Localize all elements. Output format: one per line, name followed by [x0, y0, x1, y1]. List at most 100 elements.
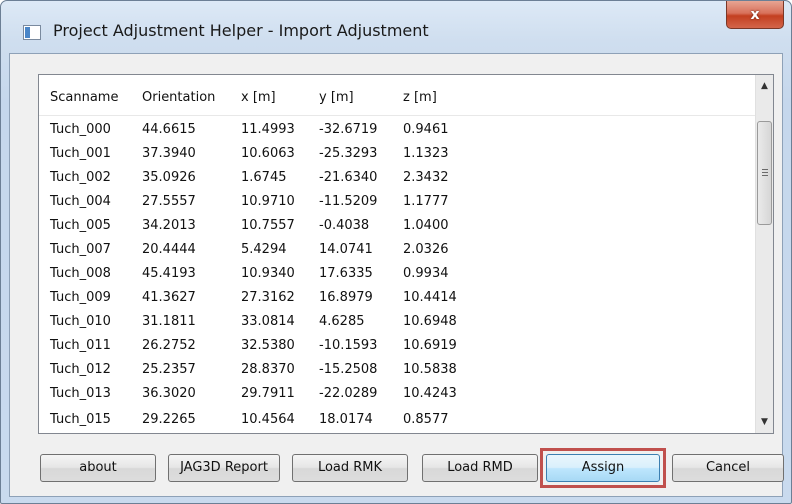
cell-y: -10.1593: [319, 338, 378, 353]
table-row[interactable]: Tuch_013 36.3020 29.7911 -22.0289 10.424…: [39, 381, 755, 407]
close-button[interactable]: x: [726, 1, 784, 29]
column-header-orientation[interactable]: Orientation: [142, 85, 215, 111]
window-title: Project Adjustment Helper - Import Adjus…: [53, 21, 429, 40]
cell-x: 28.8370: [241, 362, 295, 377]
cell-y: -32.6719: [319, 122, 378, 137]
cell-z: 2.3432: [403, 170, 449, 185]
table-header: Scanname Orientation x [m] y [m] z [m]: [39, 85, 755, 111]
grip-line: [762, 175, 768, 176]
table-row[interactable]: Tuch_000 44.6615 11.4993 -32.6719 0.9461: [39, 117, 755, 143]
table-row[interactable]: Tuch_005 34.2013 10.7557 -0.4038 1.0400: [39, 213, 755, 239]
dialog-window: Project Adjustment Helper - Import Adjus…: [0, 0, 792, 504]
about-button[interactable]: about: [40, 454, 156, 482]
load-rmk-button[interactable]: Load RMK: [292, 454, 408, 482]
header-divider: [39, 115, 755, 116]
cell-scanname: Tuch_001: [50, 146, 111, 161]
table-row[interactable]: Tuch_012 25.2357 28.8370 -15.2508 10.583…: [39, 357, 755, 383]
cell-orientation: 36.3020: [142, 386, 196, 401]
vertical-scrollbar[interactable]: ▲ ▼: [755, 75, 773, 433]
cell-scanname: Tuch_009: [50, 290, 111, 305]
cell-scanname: Tuch_005: [50, 218, 111, 233]
cell-x: 27.3162: [241, 290, 295, 305]
cell-scanname: Tuch_002: [50, 170, 111, 185]
cell-x: 5.4294: [241, 242, 287, 257]
table-row[interactable]: Tuch_010 31.1811 33.0814 4.6285 10.6948: [39, 309, 755, 335]
cell-orientation: 20.4444: [142, 242, 196, 257]
cell-orientation: 25.2357: [142, 362, 196, 377]
table-row[interactable]: Tuch_009 41.3627 27.3162 16.8979 10.4414: [39, 285, 755, 311]
load-rmd-button[interactable]: Load RMD: [422, 454, 538, 482]
cell-orientation: 27.5557: [142, 194, 196, 209]
cell-scanname: Tuch_013: [50, 386, 111, 401]
cell-scanname: Tuch_000: [50, 122, 111, 137]
cell-orientation: 44.6615: [142, 122, 196, 137]
cell-y: 17.6335: [319, 266, 373, 281]
cell-y: -21.6340: [319, 170, 378, 185]
cell-x: 33.0814: [241, 314, 295, 329]
cell-z: 10.5838: [403, 362, 457, 377]
grip-line: [762, 172, 768, 173]
cell-orientation: 35.0926: [142, 170, 196, 185]
title-bar[interactable]: Project Adjustment Helper - Import Adjus…: [1, 1, 791, 61]
cell-orientation: 26.2752: [142, 338, 196, 353]
cell-x: 10.7557: [241, 218, 295, 233]
table-row[interactable]: Tuch_002 35.0926 1.6745 -21.6340 2.3432: [39, 165, 755, 191]
assign-button[interactable]: Assign: [546, 454, 660, 482]
scan-table: Scanname Orientation x [m] y [m] z [m] T…: [38, 74, 774, 434]
app-window-icon: [23, 25, 41, 40]
column-header-y[interactable]: y [m]: [319, 85, 354, 111]
column-header-z[interactable]: z [m]: [403, 85, 437, 111]
cell-orientation: 31.1811: [142, 314, 196, 329]
table-row[interactable]: Tuch_011 26.2752 32.5380 -10.1593 10.691…: [39, 333, 755, 359]
cell-z: 2.0326: [403, 242, 449, 257]
cell-x: 10.4564: [241, 412, 295, 427]
cell-x: 11.4993: [241, 122, 295, 137]
cell-scanname: Tuch_015: [50, 412, 111, 427]
cell-y: 14.0741: [319, 242, 373, 257]
scroll-thumb[interactable]: [757, 121, 772, 225]
cell-z: 10.4243: [403, 386, 457, 401]
cancel-button[interactable]: Cancel: [672, 454, 784, 482]
column-header-scanname[interactable]: Scanname: [50, 85, 118, 111]
cell-y: -15.2508: [319, 362, 378, 377]
cell-z: 10.6919: [403, 338, 457, 353]
table-row[interactable]: Tuch_007 20.4444 5.4294 14.0741 2.0326: [39, 237, 755, 263]
close-icon: x: [750, 6, 760, 23]
cell-z: 0.9461: [403, 122, 449, 137]
cell-x: 32.5380: [241, 338, 295, 353]
cell-z: 10.6948: [403, 314, 457, 329]
column-header-x[interactable]: x [m]: [241, 85, 276, 111]
cell-y: -0.4038: [319, 218, 370, 233]
cell-x: 10.9340: [241, 266, 295, 281]
cell-scanname: Tuch_007: [50, 242, 111, 257]
cell-orientation: 29.2265: [142, 412, 196, 427]
cell-scanname: Tuch_011: [50, 338, 111, 353]
scroll-up-arrow-icon[interactable]: ▲: [756, 77, 773, 95]
scroll-down-arrow-icon[interactable]: ▼: [756, 413, 773, 431]
cell-x: 10.6063: [241, 146, 295, 161]
cell-y: 4.6285: [319, 314, 365, 329]
cell-x: 29.7911: [241, 386, 295, 401]
cell-orientation: 41.3627: [142, 290, 196, 305]
cell-orientation: 37.3940: [142, 146, 196, 161]
jag3d-report-button[interactable]: JAG3D Report: [168, 454, 280, 482]
cell-z: 1.1777: [403, 194, 449, 209]
grip-line: [762, 169, 768, 170]
cell-z: 1.1323: [403, 146, 449, 161]
cell-z: 1.0400: [403, 218, 449, 233]
table-row[interactable]: Tuch_001 37.3940 10.6063 -25.3293 1.1323: [39, 141, 755, 167]
table-row[interactable]: Tuch_008 45.4193 10.9340 17.6335 0.9934: [39, 261, 755, 287]
cell-scanname: Tuch_008: [50, 266, 111, 281]
cell-scanname: Tuch_004: [50, 194, 111, 209]
cell-z: 0.9934: [403, 266, 449, 281]
table-row[interactable]: Tuch_015 29.2265 10.4564 18.0174 0.8577: [39, 407, 755, 433]
cell-y: -25.3293: [319, 146, 378, 161]
cell-x: 10.9710: [241, 194, 295, 209]
cell-orientation: 34.2013: [142, 218, 196, 233]
cell-y: -11.5209: [319, 194, 378, 209]
table-grid: Scanname Orientation x [m] y [m] z [m] T…: [39, 75, 755, 433]
cell-z: 10.4414: [403, 290, 457, 305]
table-row[interactable]: Tuch_004 27.5557 10.9710 -11.5209 1.1777: [39, 189, 755, 215]
cell-z: 0.8577: [403, 412, 449, 427]
cell-y: 18.0174: [319, 412, 373, 427]
